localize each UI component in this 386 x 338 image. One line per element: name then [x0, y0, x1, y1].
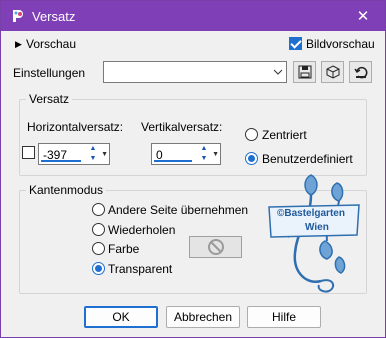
custom-radio[interactable] — [245, 152, 258, 165]
color-radio[interactable] — [92, 242, 105, 255]
centered-label: Zentriert — [262, 128, 307, 142]
help-button[interactable]: Hilfe — [247, 306, 321, 328]
focus-underline — [154, 160, 192, 162]
repeat-radio[interactable] — [92, 223, 105, 236]
vertical-offset-spinbox[interactable]: 0 ▲ ▼ ▼ — [151, 143, 221, 165]
no-color-icon — [207, 239, 224, 255]
load-preset-button[interactable] — [321, 61, 344, 83]
horizontal-offset-spinbox[interactable]: -397 ▲ ▼ ▼ — [38, 143, 110, 165]
transparent-radio[interactable] — [92, 262, 105, 275]
image-preview-checkbox[interactable] — [289, 37, 302, 50]
spin-arrows[interactable]: ▲ ▼ — [198, 145, 210, 163]
expand-triangle-icon[interactable]: ▶ — [15, 39, 22, 50]
floppy-disk-icon — [298, 65, 311, 79]
window-title: Versatz — [32, 9, 76, 24]
spin-arrows[interactable]: ▲ ▼ — [87, 145, 99, 163]
cancel-button-label: Abbrechen — [173, 310, 233, 324]
repeat-label: Wiederholen — [108, 223, 176, 237]
transparent-label: Transparent — [108, 262, 173, 276]
close-button[interactable]: ✕ — [341, 1, 385, 31]
watermark-logo — [268, 174, 360, 293]
save-preset-button[interactable] — [293, 61, 316, 83]
wrap-label: Andere Seite übernehmen — [108, 203, 249, 217]
help-button-label: Hilfe — [271, 310, 296, 324]
preview-toggle-label[interactable]: Vorschau — [26, 37, 76, 51]
edge-mode-group-title: Kantenmodus — [26, 183, 107, 197]
paintshop-app-icon — [13, 10, 23, 22]
vertical-offset-label: Vertikalversatz: — [141, 120, 223, 134]
cube-icon — [326, 65, 339, 79]
reset-icon — [353, 66, 367, 79]
title-bar: Versatz ✕ — [1, 1, 385, 31]
cancel-button[interactable]: Abbrechen — [166, 306, 240, 328]
settings-label: Einstellungen — [13, 66, 86, 80]
ok-button[interactable]: OK — [84, 306, 158, 328]
watermark-text-line2: Wien — [305, 222, 329, 233]
chevron-down-icon — [270, 62, 286, 82]
image-preview-label: Bildvorschau — [306, 37, 375, 51]
color-label: Farbe — [108, 242, 140, 256]
dropdown-arrow-icon[interactable]: ▼ — [212, 151, 219, 158]
dialog-window: Versatz ✕ ▶ Vorschau Bildvorschau Einste… — [0, 0, 386, 338]
centered-radio[interactable] — [245, 128, 258, 141]
wrap-radio[interactable] — [92, 203, 105, 216]
custom-label: Benutzerdefiniert — [262, 152, 353, 166]
edge-color-swatch[interactable] — [189, 236, 242, 258]
offset-group-title: Versatz — [26, 92, 73, 106]
close-icon: ✕ — [356, 8, 370, 25]
dropdown-arrow-icon[interactable]: ▼ — [101, 151, 108, 158]
horizontal-offset-label: Horizontalversatz: — [27, 120, 124, 134]
watermark-text-line1: ©Bastelgarten — [277, 208, 345, 219]
ok-button-label: OK — [112, 310, 130, 324]
link-offsets-checkbox[interactable] — [22, 146, 35, 159]
reset-preset-button[interactable] — [349, 61, 372, 83]
settings-combo[interactable] — [103, 61, 287, 83]
focus-underline — [41, 160, 81, 162]
